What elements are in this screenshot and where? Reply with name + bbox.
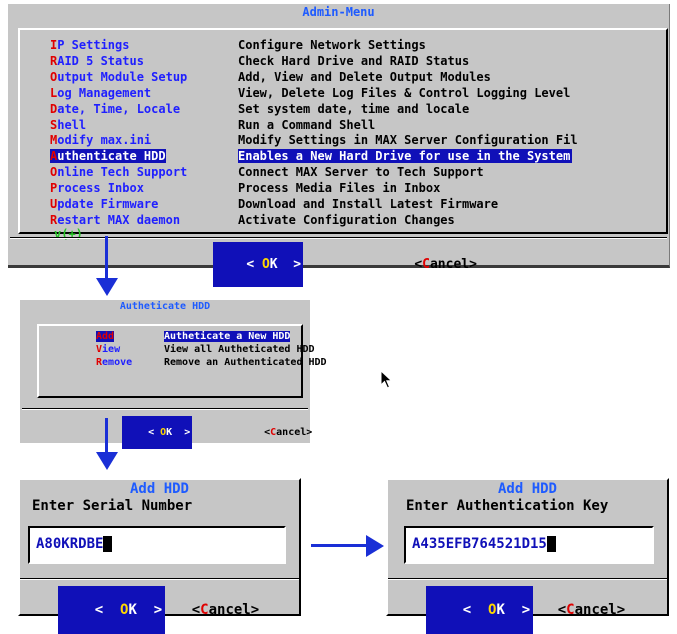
admin-menu-description: Enables a New Hard Drive for use in the … (238, 149, 573, 164)
auth-menu-item[interactable]: View (96, 344, 120, 355)
add-hdd-key-window: Add HDD Enter Authentication Key A435EFB… (386, 478, 669, 634)
menu-label: nline Tech Support (57, 165, 188, 180)
menu-label: dd (102, 331, 115, 342)
menu-label: estart MAX daemon (57, 212, 181, 227)
admin-menu-description: Run a Command Shell (238, 117, 376, 132)
admin-menu-item[interactable]: Output Module Setup (50, 70, 187, 84)
admin-menu-description: Modify Settings in MAX Server Configurat… (238, 133, 578, 148)
ok-button[interactable]: < OK > (213, 242, 304, 287)
right-arrow-icon (366, 535, 384, 557)
admin-menu-description: View, Delete Log Files & Control Logging… (238, 85, 571, 100)
admin-menu-item[interactable]: Update Firmware (50, 197, 158, 211)
serial-button-separator (20, 578, 299, 580)
admin-menu-item[interactable]: RAID 5 Status (50, 54, 144, 68)
admin-menu-description: Activate Configuration Changes (238, 212, 455, 227)
admin-menu-title: Admin-Menu (8, 5, 669, 19)
admin-menu-description: Set system date, time and locale (238, 101, 470, 116)
menu-label: og Management (57, 85, 152, 100)
admin-menu-description: Connect MAX Server to Tech Support (238, 165, 484, 180)
key-button-separator (388, 578, 667, 580)
menu-label: utput Module Setup (57, 69, 188, 84)
serial-cancel-button[interactable]: <Cancel> (158, 586, 259, 634)
menu-label: hell (57, 117, 87, 132)
serial-number-value: A80KRDBE (36, 536, 104, 552)
auth-menu-description: Remove an Authenticated HDD (164, 357, 327, 368)
authentication-key-value: A435EFB764521D15 (412, 536, 547, 552)
auth-ok-button[interactable]: < OK > (122, 416, 193, 449)
admin-menu-item[interactable]: Shell (50, 118, 86, 132)
auth-button-separator (22, 408, 308, 410)
admin-menu-window: Admin-Menu IP Settings Configure Network … (8, 4, 670, 287)
menu-label: emove (102, 357, 133, 368)
admin-menu-description: Process Media Files in Inbox (238, 181, 441, 196)
text-cursor (103, 536, 113, 552)
key-ok-button[interactable]: < OK > (426, 586, 534, 634)
serial-number-input[interactable]: A80KRDBE (28, 526, 286, 564)
menu-label: uthenticate HDD (57, 149, 166, 164)
key-cancel-button[interactable]: <Cancel> (524, 586, 625, 634)
key-prompt: Enter Authentication Key (406, 498, 609, 514)
auth-menu-description: View all Autheticated HDD (164, 344, 315, 355)
down-arrow-icon (96, 278, 118, 296)
menu-label: ate, Time, Locale (57, 101, 181, 116)
admin-menu-description: Configure Network Settings (238, 38, 426, 52)
auth-menu-description: Autheticate a New HDD (164, 331, 291, 342)
flow-arrow-2-line (105, 418, 108, 454)
menu-label: odify max.ini (57, 133, 152, 148)
admin-menu-description: Add, View and Delete Output Modules (238, 69, 491, 84)
down-arrow-icon (96, 452, 118, 470)
admin-menu-title-text: Admin-Menu (299, 5, 378, 19)
menu-label: AID 5 Status (57, 53, 144, 68)
auth-menu-item[interactable]: Add (96, 331, 115, 342)
admin-menu-item[interactable]: Date, Time, Locale (50, 102, 180, 116)
add-hdd-serial-window: Add HDD Enter Serial Number A80KRDBE < O… (18, 478, 301, 634)
mouse-pointer-icon (380, 370, 393, 389)
flow-arrow-3-line (311, 544, 368, 547)
admin-button-separator (10, 237, 667, 239)
authentication-key-input[interactable]: A435EFB764521D15 (404, 526, 654, 564)
auth-menu-item[interactable]: Remove (96, 357, 132, 368)
flow-arrow-1-line (105, 236, 108, 280)
admin-menu-description: Download and Install Latest Firmware (238, 197, 499, 211)
admin-menu-item[interactable]: Modify max.ini (50, 133, 151, 147)
auth-hdd-window: Autheticate HDD Add Autheticate a New HDD… (20, 300, 327, 449)
admin-menu-description: Check Hard Drive and RAID Status (238, 53, 470, 68)
cancel-button[interactable]: <Cancel> (383, 242, 477, 287)
auth-menu-title: Autheticate HDD (20, 301, 310, 312)
menu-label: P Settings (57, 38, 130, 52)
menu-label: rocess Inbox (57, 181, 144, 196)
admin-menu-item[interactable]: Authenticate HDD (50, 149, 166, 164)
menu-label: pdate Firmware (57, 197, 159, 211)
admin-menu-item[interactable]: Process Inbox (50, 181, 144, 195)
menu-label: iew (102, 344, 121, 355)
auth-cancel-button[interactable]: <Cancel> (240, 416, 312, 449)
admin-menu-item[interactable]: IP Settings (50, 38, 129, 52)
serial-prompt: Enter Serial Number (32, 498, 193, 514)
admin-menu-item[interactable]: Online Tech Support (50, 165, 187, 179)
auth-menu-title-text: Autheticate HDD (116, 301, 214, 312)
serial-ok-button[interactable]: < OK > (58, 586, 166, 634)
admin-menu-item[interactable]: Log Management (50, 86, 151, 100)
admin-menu-item[interactable]: Restart MAX daemon (50, 213, 180, 227)
text-cursor (546, 536, 556, 552)
